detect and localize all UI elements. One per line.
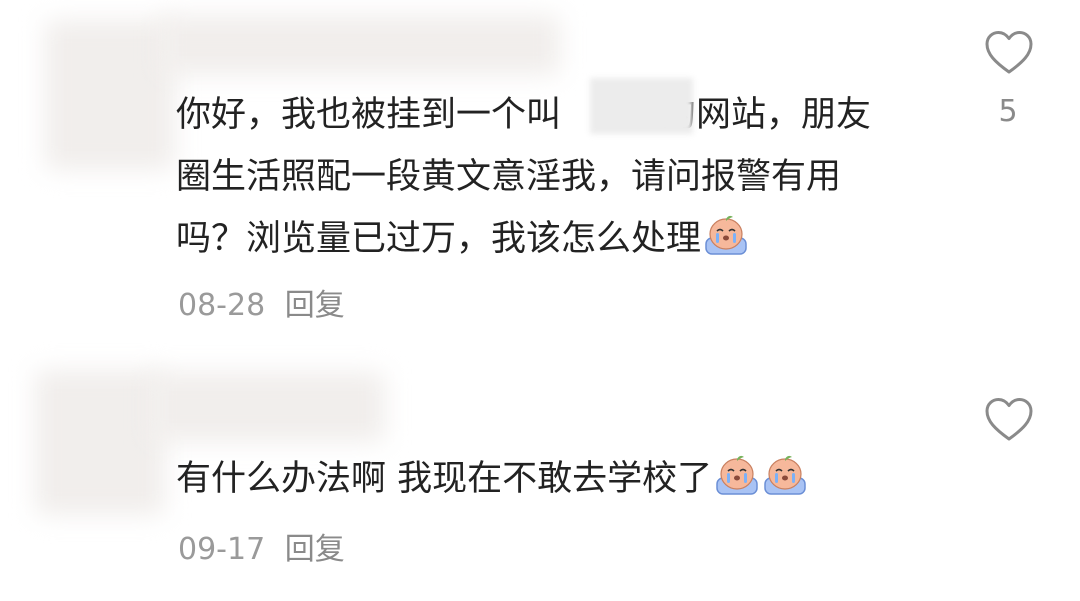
like-count: 5	[998, 94, 1018, 129]
comment-line: 有什么办法啊 我现在不敢去学校了	[176, 448, 808, 510]
comment-meta: 08-28 回复	[178, 280, 345, 324]
username[interactable]	[160, 15, 560, 75]
comment-line: 吗？浏览量已过万，我该怎么处理	[176, 208, 871, 270]
comment-date: 08-28	[178, 288, 266, 323]
comment-line: 圈生活照配一段黄文意淫我，请问报警有用	[176, 157, 842, 197]
comment-meta: 09-17 回复	[178, 524, 345, 568]
heart-outline-icon[interactable]	[984, 30, 1034, 76]
comment-date: 09-17	[178, 532, 266, 567]
crying-emoji-icon	[764, 455, 806, 495]
crying-emoji-icon	[705, 215, 747, 255]
comment-body: 有什么办法啊 我现在不敢去学校了	[176, 448, 808, 510]
comment-body: 你好，我也被挂到一个叫 的网站，朋友 圈生活照配一段黄文意淫我，请问报警有用 吗？…	[176, 84, 871, 270]
comment-line: 你好，我也被挂到一个叫 的网站，朋友	[176, 95, 872, 135]
redacted-text	[590, 78, 693, 134]
crying-emoji-icon	[716, 455, 758, 495]
avatar[interactable]	[45, 20, 175, 170]
avatar[interactable]	[35, 370, 165, 515]
username[interactable]	[150, 372, 385, 442]
reply-button[interactable]: 回复	[285, 532, 345, 567]
heart-outline-icon[interactable]	[984, 397, 1034, 443]
reply-button[interactable]: 回复	[285, 288, 345, 323]
